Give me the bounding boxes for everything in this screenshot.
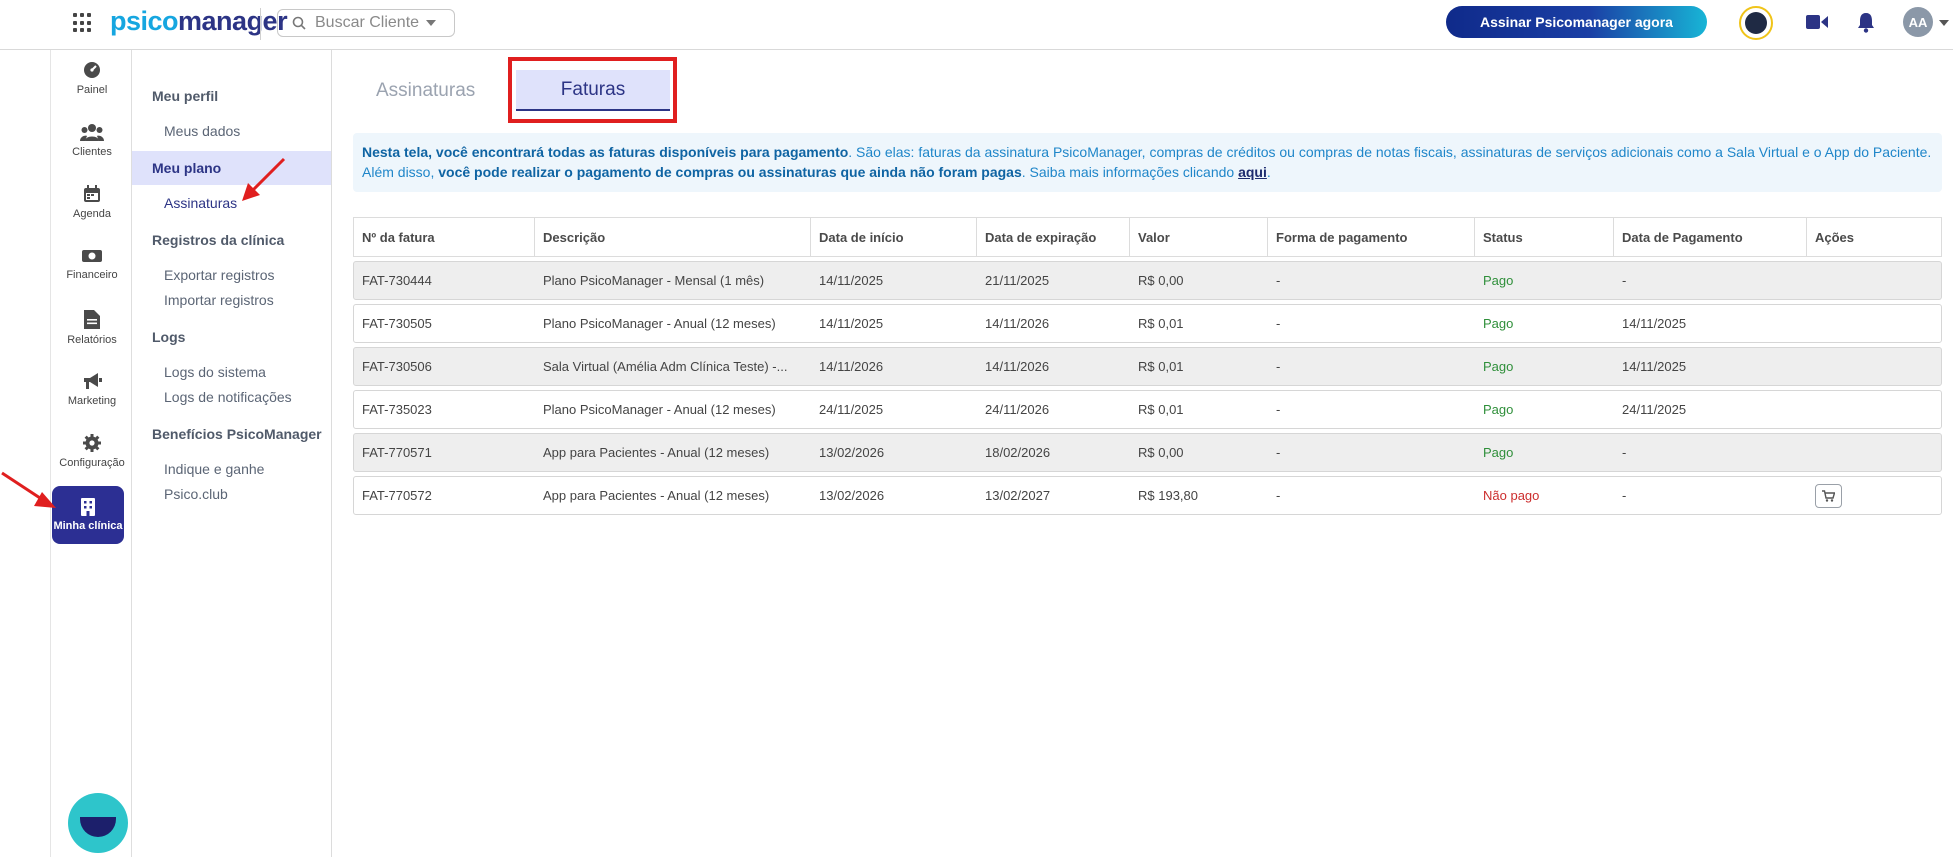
submenu-heading-beneficios: Benefícios PsicoManager <box>152 426 322 442</box>
more-info-link[interactable]: aqui <box>1238 164 1267 180</box>
submenu-link-logs-notificacoes[interactable]: Logs de notificações <box>164 389 292 405</box>
column-header: Forma de pagamento <box>1268 218 1475 256</box>
video-camera-icon[interactable] <box>1806 14 1828 30</box>
rail-item-clientes[interactable]: Clientes <box>51 123 133 158</box>
settings-submenu: Meu perfil Meus dados Meu plano Assinatu… <box>132 50 332 857</box>
submenu-link-logs-sistema[interactable]: Logs do sistema <box>164 364 266 380</box>
column-header: Data de expiração <box>977 218 1130 256</box>
gear-icon <box>83 434 101 452</box>
table-row: FAT-735023 Plano PsicoManager - Anual (1… <box>353 390 1942 429</box>
search-label: Buscar Cliente <box>315 14 420 31</box>
column-header: Status <box>1475 218 1614 256</box>
submenu-link-psicoclub[interactable]: Psico.club <box>164 486 228 502</box>
table-header: Nº da fatura Descrição Data de início Da… <box>353 217 1942 257</box>
pay-cart-button[interactable] <box>1815 483 1842 508</box>
column-header: Nº da fatura <box>354 218 535 256</box>
column-header: Valor <box>1130 218 1268 256</box>
chevron-down-icon <box>426 20 437 26</box>
invoices-table: Nº da fatura Descrição Data de início Da… <box>353 217 1942 515</box>
divider <box>260 8 261 40</box>
status-badge: Pago <box>1483 445 1514 460</box>
search-client-dropdown[interactable]: Buscar Cliente <box>277 9 455 37</box>
submenu-heading-meu-perfil: Meu perfil <box>152 88 219 104</box>
submenu-link-importar[interactable]: Importar registros <box>164 292 274 308</box>
info-banner: Nesta tela, você encontrará todas as fat… <box>353 133 1942 192</box>
building-icon <box>81 498 95 516</box>
subscribe-button[interactable]: Assinar Psicomanager agora <box>1446 6 1707 38</box>
apps-grid-icon[interactable] <box>73 13 93 33</box>
avatar[interactable]: AA <box>1903 7 1933 37</box>
help-chat-button[interactable] <box>68 793 128 853</box>
bell-icon[interactable] <box>1856 11 1876 33</box>
table-row: FAT-730444 Plano PsicoManager - Mensal (… <box>353 261 1942 300</box>
rail-item-financeiro[interactable]: Financeiro <box>51 248 133 281</box>
submenu-heading-logs: Logs <box>152 329 186 345</box>
table-row: FAT-770572 App para Pacientes - Anual (1… <box>353 476 1942 515</box>
megaphone-icon <box>84 373 102 389</box>
submenu-heading-meu-plano[interactable]: Meu plano <box>132 151 331 185</box>
submenu-link-indique[interactable]: Indique e ganhe <box>164 461 264 477</box>
rail-item-agenda[interactable]: Agenda <box>51 185 133 220</box>
tab-faturas[interactable]: Faturas <box>516 70 670 111</box>
mascot-icon[interactable] <box>1739 6 1773 40</box>
icon-rail: Painel Clientes Agenda Financeiro Relató… <box>50 50 132 857</box>
status-badge: Não pago <box>1483 488 1540 503</box>
dashboard-icon <box>84 62 100 78</box>
status-badge: Pago <box>1483 359 1514 374</box>
money-icon <box>82 250 102 262</box>
file-icon <box>84 310 100 329</box>
submenu-link-assinaturas[interactable]: Assinaturas <box>164 195 237 211</box>
status-badge: Pago <box>1483 316 1514 331</box>
calendar-icon <box>84 185 100 202</box>
table-row: FAT-730505 Plano PsicoManager - Anual (1… <box>353 304 1942 343</box>
column-header: Data de Pagamento <box>1614 218 1807 256</box>
status-badge: Pago <box>1483 402 1514 417</box>
cart-icon <box>1822 489 1835 502</box>
chevron-down-icon[interactable] <box>1939 20 1949 26</box>
rail-item-relatorios[interactable]: Relatórios <box>51 310 133 346</box>
status-badge: Pago <box>1483 273 1514 288</box>
submenu-heading-registros: Registros da clínica <box>152 232 285 248</box>
tab-assinaturas[interactable]: Assinaturas <box>376 80 475 102</box>
submenu-link-meus-dados[interactable]: Meus dados <box>164 123 240 139</box>
smile-icon <box>80 817 116 837</box>
submenu-link-exportar[interactable]: Exportar registros <box>164 267 274 283</box>
table-row: FAT-730506 Sala Virtual (Amélia Adm Clín… <box>353 347 1942 386</box>
column-header: Data de início <box>811 218 977 256</box>
rail-item-painel[interactable]: Painel <box>51 61 133 96</box>
column-header: Descrição <box>535 218 811 256</box>
users-icon <box>80 124 104 141</box>
top-bar: psicomanager Buscar Cliente Assinar Psic… <box>0 0 1953 50</box>
rail-item-minha-clinica[interactable]: Minha clínica <box>52 486 124 544</box>
rail-item-marketing[interactable]: Marketing <box>51 372 133 407</box>
rail-item-configuracao[interactable]: Configuração <box>51 434 133 469</box>
search-icon <box>292 16 306 30</box>
column-header: Ações <box>1815 229 1855 245</box>
table-row: FAT-770571 App para Pacientes - Anual (1… <box>353 433 1942 472</box>
